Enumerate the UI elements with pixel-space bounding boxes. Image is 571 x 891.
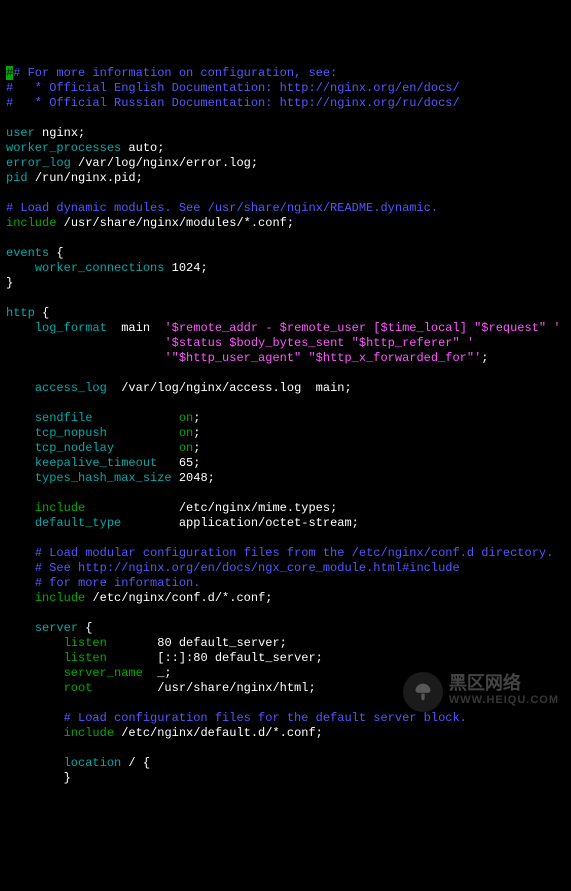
directive-listen: listen (64, 651, 107, 665)
block-events: events (6, 246, 49, 260)
brace: } (6, 276, 13, 290)
val: / { (128, 756, 150, 770)
brace: { (56, 246, 63, 260)
val: /etc/nginx/conf.d/*.conf; (92, 591, 272, 605)
directive-tcp-nodelay: tcp_nodelay (35, 441, 114, 455)
directive-types-hash-max-size: types_hash_max_size (35, 471, 172, 485)
comment: # For more information on configuration,… (6, 66, 460, 110)
directive-include: include (35, 591, 85, 605)
on: on (179, 441, 193, 455)
val: /etc/nginx/default.d/*.conf; (121, 726, 323, 740)
directive-worker-connections: worker_connections (35, 261, 165, 275)
directive-user: user (6, 126, 35, 140)
val: application/octet-stream; (179, 516, 359, 530)
val: ; (481, 351, 488, 365)
val: /etc/nginx/mime.types; (179, 501, 337, 515)
directive-pid: pid (6, 171, 28, 185)
directive-access-log: access_log (35, 381, 107, 395)
block-server: server (35, 621, 78, 635)
directive-include: include (35, 501, 85, 515)
val: 2048; (179, 471, 215, 485)
val: /var/log/nginx/error.log; (78, 156, 258, 170)
directive-server-name: server_name (64, 666, 143, 680)
string: '"$http_user_agent" "$http_x_forwarded_f… (164, 351, 481, 365)
val: [::]:80 default_server; (157, 651, 323, 665)
brace: } (64, 771, 71, 785)
directive-sendfile: sendfile (35, 411, 93, 425)
val: 1024; (172, 261, 208, 275)
directive-include: include (64, 726, 114, 740)
brace: { (85, 621, 92, 635)
val: main (121, 321, 150, 335)
directive-listen: listen (64, 636, 107, 650)
val: _; (157, 666, 171, 680)
editor-content: ## For more information on configuration… (6, 66, 565, 786)
on: on (179, 426, 193, 440)
block-http: http (6, 306, 35, 320)
comment: # Load dynamic modules. See /usr/share/n… (6, 201, 438, 215)
brace: { (42, 306, 49, 320)
comment: # Load modular configuration files from … (35, 546, 553, 560)
directive-include: include (6, 216, 56, 230)
string: '$status $body_bytes_sent "$http_referer… (164, 336, 474, 350)
val: /usr/share/nginx/html; (157, 681, 315, 695)
val: /usr/share/nginx/modules/*.conf; (64, 216, 294, 230)
val: /var/log/nginx/access.log main; (121, 381, 351, 395)
comment: # See http://nginx.org/en/docs/ngx_core_… (35, 561, 460, 575)
string: '$remote_addr - $remote_user [$time_loca… (164, 321, 560, 335)
val: 65; (179, 456, 201, 470)
val: auto; (128, 141, 164, 155)
val: nginx; (42, 126, 85, 140)
directive-log-format: log_format (35, 321, 107, 335)
comment: # Load configuration files for the defau… (64, 711, 467, 725)
on: on (179, 411, 193, 425)
directive-default-type: default_type (35, 516, 121, 530)
directive-tcp-nopush: tcp_nopush (35, 426, 107, 440)
directive-root: root (64, 681, 93, 695)
val: 80 default_server; (157, 636, 287, 650)
directive-error-log: error_log (6, 156, 71, 170)
directive-worker-processes: worker_processes (6, 141, 121, 155)
block-location: location (64, 756, 122, 770)
directive-keepalive-timeout: keepalive_timeout (35, 456, 157, 470)
comment: # for more information. (35, 576, 201, 590)
val: /run/nginx.pid; (35, 171, 143, 185)
